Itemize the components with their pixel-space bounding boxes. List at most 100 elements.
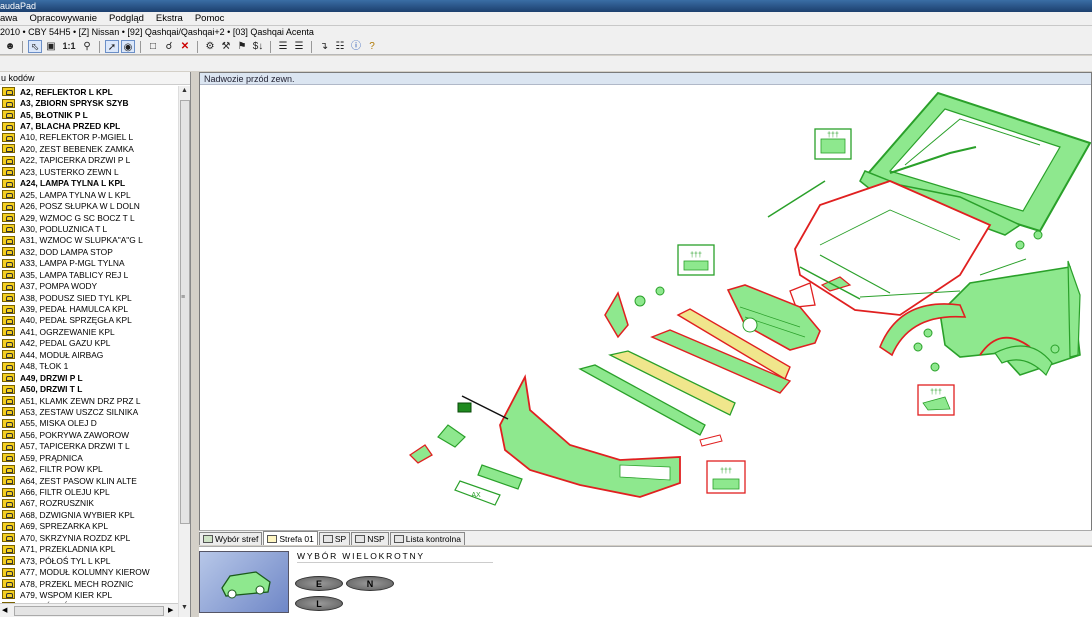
code-list-item[interactable]: A20, ZEST BEBENEK ZAMKA — [0, 143, 178, 154]
code-list-item[interactable]: A7, BLACHA PRZED KPL — [0, 120, 178, 131]
tab-nsp[interactable]: NSP — [351, 532, 389, 545]
code-list-item[interactable]: A44, MODUŁ AIRBAG — [0, 349, 178, 360]
code-list-item[interactable]: A25, LAMPA TYLNA W L KPL — [0, 189, 178, 200]
code-list-item[interactable]: A70, SKRZYNIA ROZDZ KPL — [0, 532, 178, 543]
scroll-right-icon[interactable]: ▶ — [168, 606, 173, 614]
code-list-item[interactable]: A32, DOD LAMPA STOP — [0, 246, 178, 257]
pointer-icon[interactable]: ⬁ — [28, 40, 42, 53]
exploded-parts-diagram[interactable]: ††† ††† ††† ††† AX — [200, 85, 1091, 531]
menu-item-edit[interactable]: awa — [0, 13, 23, 24]
part-license-plate-holder[interactable]: AX — [454, 480, 501, 506]
new-document-icon[interactable]: □ — [146, 40, 160, 53]
code-list-item[interactable]: A64, ZEST PASOW KLIN ALTE — [0, 475, 178, 486]
list-icon[interactable]: ☰ — [276, 40, 290, 53]
part-headlight-left[interactable] — [604, 291, 629, 339]
code-list-item[interactable]: A57, TAPICERKA DRZWI T L — [0, 441, 178, 452]
code-list-item[interactable]: A26, POSZ SŁUPKA W L DOLN — [0, 200, 178, 211]
zoom-1-1-button[interactable]: 1:1 — [60, 40, 78, 53]
code-list-item[interactable]: A3, ZBIORN SPRYSK SZYB — [0, 97, 178, 108]
code-list-item[interactable]: A71, PRZEKLADNIA KPL — [0, 544, 178, 555]
search-parts-icon[interactable]: ☌ — [162, 40, 176, 53]
part-fender-label-box[interactable]: ††† — [917, 384, 955, 416]
insert-icon[interactable]: ↴ — [317, 40, 331, 53]
info-icon[interactable]: ⓘ — [349, 40, 363, 53]
tab-zone-selection[interactable]: Wybór stref — [199, 532, 263, 545]
code-list-item[interactable]: A42, PEDAL GAZU KPL — [0, 338, 178, 349]
part-fog-lamp-left[interactable] — [408, 444, 433, 464]
list-edit-icon[interactable]: ☰ — [292, 40, 306, 53]
part-bumper-label-box[interactable]: ††† — [706, 460, 746, 494]
codes-list-hscroll-thumb[interactable] — [14, 606, 164, 616]
vehicle-thumbnail[interactable] — [199, 551, 289, 613]
code-list-item[interactable]: A56, POKRYWA ZAWOROW — [0, 429, 178, 440]
eye-icon[interactable]: ◉ — [121, 40, 135, 53]
code-list-item[interactable]: A69, SPREZARKA KPL — [0, 521, 178, 532]
code-list-item[interactable]: A35, LAMPA TABLICY REJ L — [0, 269, 178, 280]
tab-checklist[interactable]: Lista kontrolna — [389, 532, 466, 545]
side-n-button[interactable]: N — [346, 576, 394, 591]
part-marker-indicator[interactable] — [457, 395, 509, 420]
code-list-item[interactable]: A10, REFLEKTOR P-MGIEL L — [0, 132, 178, 143]
code-list-item[interactable]: A53, ZESTAW USZCZ SILNIKA — [0, 406, 178, 417]
code-list-item[interactable]: A49, DRZWI P L — [0, 372, 178, 383]
code-list-item[interactable]: A24, LAMPA TYLNA L KPL — [0, 178, 178, 189]
code-list-item[interactable]: A48, TŁOK 1 — [0, 361, 178, 372]
part-headlight-bracket[interactable] — [789, 282, 816, 308]
code-list-item[interactable]: A23, LUSTERKO ZEWN L — [0, 166, 178, 177]
menu-item-processing[interactable]: Opracowywanie — [23, 13, 103, 24]
code-list-item[interactable]: A77, MODUŁ KOLUMNY KIEROW — [0, 566, 178, 577]
part-bumper-lower-grille[interactable] — [477, 464, 523, 490]
side-l-button[interactable]: L — [295, 596, 343, 611]
menu-item-help[interactable]: Pomoc — [189, 13, 231, 24]
code-list-item[interactable]: A31, WZMOC W SLUPKA"A"G L — [0, 235, 178, 246]
code-list-item[interactable]: A51, KLAMK ZEWN DRZ PRZ L — [0, 395, 178, 406]
zoom-area-icon[interactable]: ▣ — [44, 40, 58, 53]
codes-list-scroll-thumb[interactable] — [180, 100, 190, 524]
code-list-item[interactable]: A29, WZMOC G SC BOCZ T L — [0, 212, 178, 223]
code-list-item[interactable]: A40, PEDAŁ SPRZĘGŁA KPL — [0, 315, 178, 326]
part-bumper-support[interactable] — [578, 364, 706, 436]
code-list-item[interactable]: A2, REFLEKTOR L KPL — [0, 86, 178, 97]
part-fog-lamp-bracket[interactable] — [437, 424, 466, 448]
code-list-item[interactable]: A62, FILTR POW KPL — [0, 463, 178, 474]
magnifier-icon[interactable]: ⚲ — [80, 40, 94, 53]
menu-item-view[interactable]: Podgląd — [103, 13, 150, 24]
code-list-item[interactable]: A79, WSPOM KIER KPL — [0, 589, 178, 600]
select-mode-icon[interactable]: ➚ — [105, 40, 119, 53]
code-list-item[interactable]: A39, PEDAŁ HAMULCA KPL — [0, 303, 178, 314]
help-icon[interactable]: ? — [365, 40, 379, 53]
part-windshield-label-box[interactable]: ††† — [814, 128, 852, 160]
code-list-item[interactable]: A59, PRĄDNICA — [0, 452, 178, 463]
part-grille-label-box[interactable]: ††† — [677, 244, 715, 276]
network-icon[interactable]: ☷ — [333, 40, 347, 53]
scroll-up-icon[interactable]: ▲ — [181, 87, 188, 94]
labor-icon[interactable]: ⚒ — [219, 40, 233, 53]
code-list-item[interactable]: A22, TAPICERKA DRZWI P L — [0, 155, 178, 166]
code-list-item[interactable]: A67, ROZRUSZNIK — [0, 498, 178, 509]
code-list-item[interactable]: A68, DZWIGNIA WYBIER KPL — [0, 509, 178, 520]
part-tow-hook-cover[interactable] — [699, 434, 723, 447]
tab-sp[interactable]: SP — [318, 532, 351, 545]
code-list-item[interactable]: A38, PODUSZ SIED TYL KPL — [0, 292, 178, 303]
side-e-button[interactable]: E — [295, 576, 343, 591]
codes-list-horizontal-scrollbar[interactable]: ◀ ▶ — [0, 603, 178, 617]
code-list-item[interactable]: A78, PRZEKL MECH ROZNIC — [0, 578, 178, 589]
delete-icon[interactable]: ✕ — [178, 40, 192, 53]
user-icon[interactable]: ☻ — [3, 40, 17, 53]
parts-icon[interactable]: ⚙ — [203, 40, 217, 53]
code-list-item[interactable]: A73, PÓŁOŚ TYL L KPL — [0, 555, 178, 566]
code-list-item[interactable]: A37, POMPA WODY — [0, 280, 178, 291]
code-list-item[interactable]: A30, PODLUZNICA T L — [0, 223, 178, 234]
menu-item-extra[interactable]: Ekstra — [150, 13, 189, 24]
flag-icon[interactable]: ⚑ — [235, 40, 249, 53]
code-list-item[interactable]: A66, FILTR OLEJU KPL — [0, 486, 178, 497]
part-front-bumper[interactable] — [499, 374, 681, 498]
code-list-item[interactable]: A33, LAMPA P-MGL TYLNA — [0, 258, 178, 269]
tab-zone-01[interactable]: Strefa 01 — [263, 531, 318, 545]
scroll-left-icon[interactable]: ◀ — [2, 606, 7, 614]
price-icon[interactable]: $↓ — [251, 40, 265, 53]
code-list-item[interactable]: A55, MISKA OLEJ D — [0, 418, 178, 429]
code-list-item[interactable]: A5, BŁOTNIK P L — [0, 109, 178, 120]
code-list-item[interactable]: A50, DRZWI T L — [0, 383, 178, 394]
codes-list-vertical-scrollbar[interactable]: ▲ ≡ ▼ — [178, 86, 190, 617]
